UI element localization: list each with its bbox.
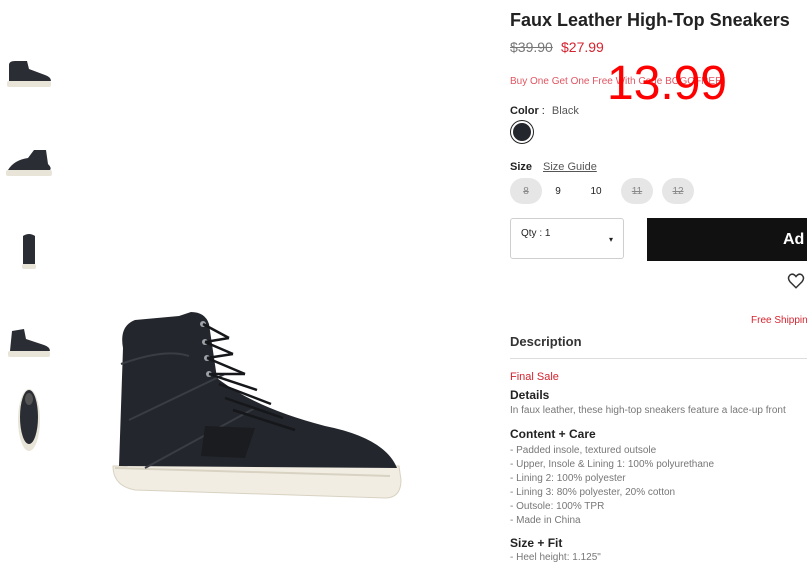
final-sale-label: Final Sale [510,371,559,383]
content-care-title: Content + Care [510,427,596,441]
thumbnail-side-view[interactable] [4,42,54,102]
size-fit-title: Size + Fit [510,536,563,550]
color-label: Color [510,105,539,117]
size-fit-text: - Heel height: 1.125" [510,552,601,563]
color-row: Color : Black [510,105,579,117]
list-item: - Lining 2: 100% polyester [510,473,626,484]
details-text: In faux leather, these high-top sneakers… [510,405,786,416]
shoe-angle-thumb-icon [6,150,52,176]
size-option-10[interactable]: 10 [580,178,612,204]
quantity-value: Qty : 1 [521,228,551,239]
shoe-inside-thumb-icon [8,329,50,357]
size-option-9[interactable]: 9 [542,178,574,204]
list-item: - Lining 3: 80% polyester, 20% cotton [510,487,676,498]
thumbnail-back-view[interactable] [4,220,54,280]
size-option-12[interactable]: 12 [662,178,694,204]
thumbnail-top-view[interactable] [4,385,54,455]
color-value: Black [551,105,579,117]
list-item: - Made in China [510,515,581,526]
list-item: - Outsole: 100% TPR [510,501,605,512]
chevron-down-icon: ▾ [608,235,613,244]
product-main-image [112,312,402,499]
size-guide-link[interactable]: Size Guide [543,161,597,173]
swatch-fill [513,123,531,141]
product-title: Faux Leather High-Top Sneakers [510,10,790,30]
sale-price: $27.99 [561,39,604,55]
content-care-list: - Padded insole, textured outsole - Uppe… [510,444,714,528]
list-item: - Upper, Insole & Lining 1: 100% polyure… [510,459,715,470]
size-option-11[interactable]: 11 [621,178,653,204]
color-separator: : [541,105,545,117]
thumbnail-inside-view[interactable] [4,312,54,372]
shoe-top-thumb-icon [18,389,40,451]
add-to-bag-button[interactable]: Ad [647,218,807,261]
heart-icon[interactable] [787,272,805,290]
details-title: Details [510,388,550,402]
divider [510,358,807,359]
color-swatch-black[interactable] [510,120,534,144]
thumbnail-angle-view[interactable] [4,132,54,192]
size-label: Size [510,161,533,173]
shoe-back-thumb-icon [22,234,36,269]
size-option-8[interactable]: 8 [510,178,542,204]
original-price: $39.90 [510,39,553,55]
list-item: - Padded insole, textured outsole [510,445,657,456]
overlay-price-annotation: 13.99 [607,57,728,110]
quantity-select[interactable]: Qty : 1 ▾ [510,218,624,259]
description-heading[interactable]: Description [510,334,582,349]
free-shipping-text: Free Shippin [751,315,807,326]
shoe-side-thumb-icon [7,61,51,87]
